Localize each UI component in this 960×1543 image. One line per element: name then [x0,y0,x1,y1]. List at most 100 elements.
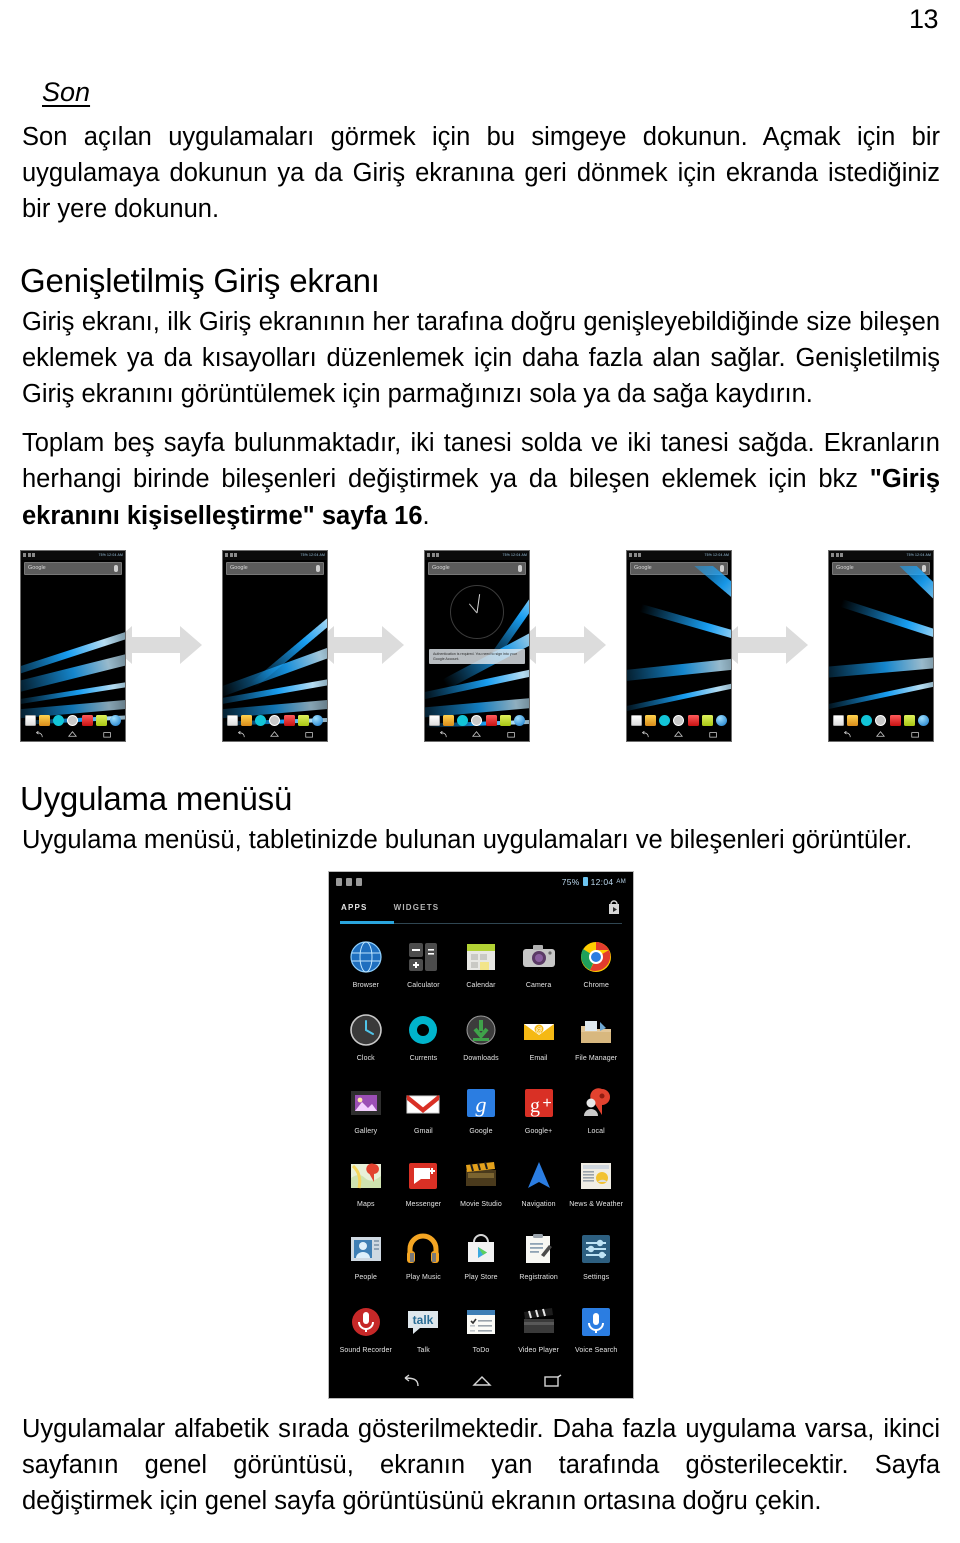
home-screen-thumbnail-3[interactable]: 75% 12:04 AM Google Authentication is re… [424,549,530,742]
google-search-bar[interactable]: Google [24,561,122,575]
dock-icon-play[interactable] [630,714,642,726]
app-cell[interactable]: Gmail [395,1077,453,1149]
app-grid[interactable]: Browser Calculator Calendar Camera Chrom… [329,924,633,1368]
app-cell[interactable]: g Google [452,1077,510,1149]
app-cell[interactable]: Messenger [395,1150,453,1222]
dock-icon-gallery[interactable] [240,714,252,726]
navigation-bar[interactable] [223,727,327,741]
app-cell[interactable]: talk Talk [395,1296,453,1368]
clock-widget[interactable] [450,584,504,639]
mic-icon[interactable] [114,564,118,572]
dock-icon-gallery[interactable] [846,714,858,726]
dock-icon-gallery[interactable] [644,714,656,726]
app-cell[interactable]: Movie Studio [452,1150,510,1222]
back-icon[interactable] [400,1374,420,1388]
navigation-bar[interactable] [425,727,529,741]
dock-icon-browser[interactable] [659,714,671,726]
app-cell[interactable]: File Manager [567,1004,625,1076]
navigation-bar[interactable] [329,1363,633,1398]
dock-icon-browser[interactable] [861,714,873,726]
app-cell[interactable]: Navigation [510,1150,568,1222]
app-cell[interactable]: g + Google+ [510,1077,568,1149]
dock-icon-browser[interactable] [53,714,65,726]
dock-icon-globe[interactable] [716,714,728,726]
app-cell[interactable]: Local [567,1077,625,1149]
app-cell[interactable]: Voice Search [567,1296,625,1368]
app-drawer-icon[interactable] [67,714,79,726]
app-drawer-icon[interactable] [471,714,483,726]
dock-icon-play[interactable] [832,714,844,726]
app-cell[interactable]: Downloads [452,1004,510,1076]
tab-widgets[interactable]: WIDGETS [394,903,440,912]
play-store-shortcut-icon[interactable] [607,899,621,915]
dock-icon-gmail[interactable] [889,714,901,726]
tab-apps[interactable]: APPS [341,903,368,912]
status-ampm: AM [616,878,626,885]
notification-card[interactable]: Authentication is required. You need to … [429,648,525,665]
dock[interactable] [627,713,731,728]
mic-icon[interactable] [316,564,320,572]
dock-icon-gallery[interactable] [442,714,454,726]
app-drawer-icon[interactable] [269,714,281,726]
app-cell[interactable]: Calculator [395,931,453,1003]
dock-icon-calendar[interactable] [500,714,512,726]
home-screen-thumbnail-5[interactable]: 75% 12:04 AM Google [828,549,934,742]
dock-icon-gmail[interactable] [283,714,295,726]
app-cell[interactable]: Calendar [452,931,510,1003]
dock-icon-gmail[interactable] [687,714,699,726]
dock-icon-globe[interactable] [514,714,526,726]
app-cell[interactable]: Registration [510,1223,568,1295]
dock-icon-gmail[interactable] [485,714,497,726]
home-icon[interactable] [472,1375,492,1387]
app-cell[interactable]: Clock [337,1004,395,1076]
app-cell[interactable]: Settings [567,1223,625,1295]
app-cell[interactable]: News & Weather [567,1150,625,1222]
app-cell[interactable]: Chrome [567,931,625,1003]
dock-icon-browser[interactable] [457,714,469,726]
app-cell[interactable]: Video Player [510,1296,568,1368]
app-drawer-icon[interactable] [673,714,685,726]
dock[interactable] [425,713,529,728]
dock-icon-play[interactable] [24,714,36,726]
recents-icon[interactable] [544,1374,562,1388]
svg-text:talk: talk [413,1313,434,1327]
app-cell[interactable]: Maps [337,1150,395,1222]
home-screen-thumbnail-2[interactable]: 75% 12:04 AM Google [222,549,328,742]
google-search-bar[interactable]: Google [226,561,324,575]
dock-icon-gallery[interactable] [38,714,50,726]
home-screen-thumbnail-1[interactable]: 75% 12:04 AM Google [20,549,126,742]
app-drawer-icon[interactable] [875,714,887,726]
app-cell[interactable]: ToDo [452,1296,510,1368]
dock-icon-calendar[interactable] [298,714,310,726]
dock-icon-play[interactable] [428,714,440,726]
mic-icon[interactable] [518,564,522,572]
app-cell[interactable]: People [337,1223,395,1295]
home-screen-thumbnail-4[interactable]: 75% 12:04 AM Google [626,549,732,742]
dock-icon-browser[interactable] [255,714,267,726]
dock-icon-globe[interactable] [312,714,324,726]
app-cell[interactable]: Currents [395,1004,453,1076]
app-cell[interactable]: Browser [337,931,395,1003]
drawer-tabs[interactable]: APPS WIDGETS [329,891,633,924]
google-search-bar[interactable]: Google [428,561,526,575]
dock-icon-calendar[interactable] [702,714,714,726]
app-cell[interactable]: Play Store [452,1223,510,1295]
dock-icon-play[interactable] [226,714,238,726]
dock-icon-calendar[interactable] [904,714,916,726]
dock[interactable] [829,713,933,728]
app-cell[interactable]: Camera [510,931,568,1003]
dock[interactable] [223,713,327,728]
navigation-bar[interactable] [627,727,731,741]
dock[interactable] [21,713,125,728]
dock-icon-calendar[interactable] [96,714,108,726]
app-cell[interactable]: Sound Recorder [337,1296,395,1368]
dock-icon-gmail[interactable] [81,714,93,726]
app-cell[interactable]: Gallery [337,1077,395,1149]
navigation-bar[interactable] [21,727,125,741]
dock-icon-globe[interactable] [918,714,930,726]
app-cell[interactable]: @ Email [510,1004,568,1076]
app-cell[interactable]: Play Music [395,1223,453,1295]
navigation-bar[interactable] [829,727,933,741]
app-drawer-screenshot[interactable]: 75% 12:04 AM APPS WIDGETS Browser Calcul… [328,870,634,1399]
dock-icon-globe[interactable] [110,714,122,726]
